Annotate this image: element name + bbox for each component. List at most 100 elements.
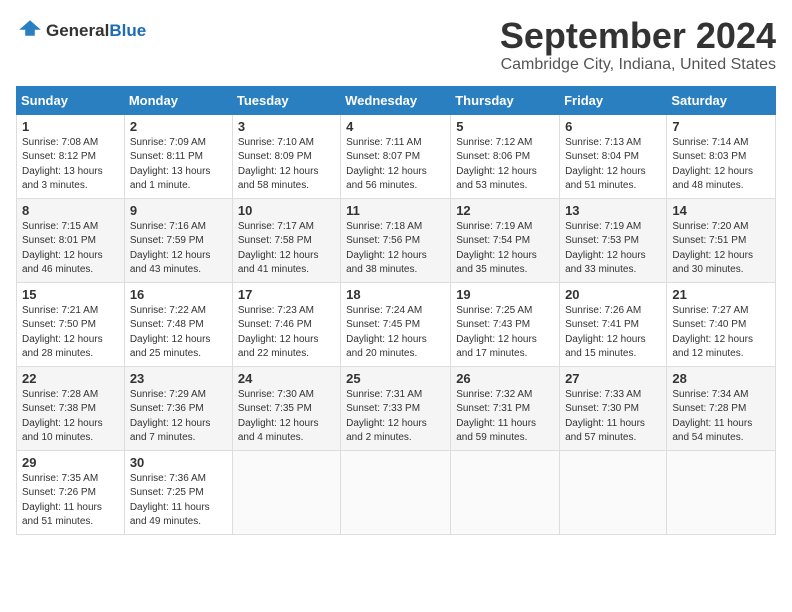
day-info: Sunrise: 7:33 AM Sunset: 7:30 PM Dayligh… <box>565 388 661 446</box>
day-info: Sunrise: 7:23 AM Sunset: 7:46 PM Dayligh… <box>238 304 335 362</box>
calendar-day-cell: 13 Sunrise: 7:19 AM Sunset: 7:53 PM Dayli… <box>560 198 667 282</box>
calendar-day-cell: 3 Sunrise: 7:10 AM Sunset: 8:09 PM Daylig… <box>232 114 340 198</box>
calendar-day-cell: 6 Sunrise: 7:13 AM Sunset: 8:04 PM Daylig… <box>560 114 667 198</box>
day-number: 11 <box>346 203 445 218</box>
calendar-day-cell: 11 Sunrise: 7:18 AM Sunset: 7:56 PM Dayli… <box>341 198 451 282</box>
calendar-day-cell: 9Sunrise: 7:16 AM Sunset: 7:59 PM Daylig… <box>124 198 232 282</box>
calendar-day-cell: 26Sunrise: 7:32 AM Sunset: 7:31 PM Dayli… <box>451 366 560 450</box>
day-number: 24 <box>238 371 335 386</box>
day-number: 29 <box>22 455 119 470</box>
day-info: Sunrise: 7:34 AM Sunset: 7:28 PM Dayligh… <box>672 388 770 446</box>
day-of-week-header: Sunday <box>17 86 125 114</box>
calendar-day-cell <box>451 450 560 534</box>
calendar-day-cell: 22 Sunrise: 7:28 AM Sunset: 7:38 PM Dayli… <box>17 366 125 450</box>
day-info: Sunrise: 7:28 AM Sunset: 7:38 PM Dayligh… <box>22 388 119 446</box>
calendar-day-cell: 4 Sunrise: 7:11 AM Sunset: 8:07 PM Daylig… <box>341 114 451 198</box>
day-info: Sunrise: 7:17 AM Sunset: 7:58 PM Dayligh… <box>238 220 335 278</box>
day-number: 30 <box>130 455 227 470</box>
logo-blue: Blue <box>109 21 146 40</box>
title-block: September 2024 Cambridge City, Indiana, … <box>500 16 776 74</box>
day-number: 17 <box>238 287 335 302</box>
day-info: Sunrise: 7:22 AM Sunset: 7:48 PM Dayligh… <box>130 304 227 362</box>
day-number: 13 <box>565 203 661 218</box>
day-of-week-header: Friday <box>560 86 667 114</box>
calendar-day-cell: 16 Sunrise: 7:22 AM Sunset: 7:48 PM Dayli… <box>124 282 232 366</box>
day-number: 10 <box>238 203 335 218</box>
day-number: 5 <box>456 119 554 134</box>
day-number: 16 <box>130 287 227 302</box>
calendar-day-cell: 7Sunrise: 7:14 AM Sunset: 8:03 PM Daylig… <box>667 114 776 198</box>
day-number: 12 <box>456 203 554 218</box>
day-info: Sunrise: 7:20 AM Sunset: 7:51 PM Dayligh… <box>672 220 770 278</box>
calendar-day-cell: 5 Sunrise: 7:12 AM Sunset: 8:06 PM Daylig… <box>451 114 560 198</box>
day-number: 4 <box>346 119 445 134</box>
page-header: GeneralBlue September 2024 Cambridge Cit… <box>16 16 776 74</box>
day-info: Sunrise: 7:18 AM Sunset: 7:56 PM Dayligh… <box>346 220 445 278</box>
calendar-day-cell <box>560 450 667 534</box>
day-number: 28 <box>672 371 770 386</box>
calendar-day-cell: 24 Sunrise: 7:30 AM Sunset: 7:35 PM Dayli… <box>232 366 340 450</box>
day-info: Sunrise: 7:36 AM Sunset: 7:25 PM Dayligh… <box>130 472 227 530</box>
day-of-week-header: Wednesday <box>341 86 451 114</box>
day-number: 8 <box>22 203 119 218</box>
day-number: 23 <box>130 371 227 386</box>
calendar-header-row: SundayMondayTuesdayWednesdayThursdayFrid… <box>17 86 776 114</box>
day-info: Sunrise: 7:10 AM Sunset: 8:09 PM Dayligh… <box>238 136 335 194</box>
calendar-day-cell: 14 Sunrise: 7:20 AM Sunset: 7:51 PM Dayli… <box>667 198 776 282</box>
calendar-week-row: 22 Sunrise: 7:28 AM Sunset: 7:38 PM Dayli… <box>17 366 776 450</box>
day-of-week-header: Saturday <box>667 86 776 114</box>
calendar-day-cell: 8 Sunrise: 7:15 AM Sunset: 8:01 PM Daylig… <box>17 198 125 282</box>
day-info: Sunrise: 7:19 AM Sunset: 7:53 PM Dayligh… <box>565 220 661 278</box>
day-number: 22 <box>22 371 119 386</box>
day-of-week-header: Monday <box>124 86 232 114</box>
day-number: 20 <box>565 287 661 302</box>
calendar-day-cell: 28 Sunrise: 7:34 AM Sunset: 7:28 PM Dayli… <box>667 366 776 450</box>
day-number: 1 <box>22 119 119 134</box>
day-info: Sunrise: 7:15 AM Sunset: 8:01 PM Dayligh… <box>22 220 119 278</box>
day-info: Sunrise: 7:12 AM Sunset: 8:06 PM Dayligh… <box>456 136 554 194</box>
calendar-week-row: 29Sunrise: 7:35 AM Sunset: 7:26 PM Dayli… <box>17 450 776 534</box>
day-number: 15 <box>22 287 119 302</box>
day-info: Sunrise: 7:24 AM Sunset: 7:45 PM Dayligh… <box>346 304 445 362</box>
calendar-table: SundayMondayTuesdayWednesdayThursdayFrid… <box>16 86 776 535</box>
day-info: Sunrise: 7:31 AM Sunset: 7:33 PM Dayligh… <box>346 388 445 446</box>
calendar-day-cell: 21 Sunrise: 7:27 AM Sunset: 7:40 PM Dayli… <box>667 282 776 366</box>
day-info: Sunrise: 7:32 AM Sunset: 7:31 PM Dayligh… <box>456 388 554 446</box>
day-info: Sunrise: 7:09 AM Sunset: 8:11 PM Dayligh… <box>130 136 227 194</box>
calendar-day-cell: 17 Sunrise: 7:23 AM Sunset: 7:46 PM Dayli… <box>232 282 340 366</box>
day-info: Sunrise: 7:13 AM Sunset: 8:04 PM Dayligh… <box>565 136 661 194</box>
day-number: 25 <box>346 371 445 386</box>
day-info: Sunrise: 7:11 AM Sunset: 8:07 PM Dayligh… <box>346 136 445 194</box>
calendar-week-row: 1 Sunrise: 7:08 AM Sunset: 8:12 PM Daylig… <box>17 114 776 198</box>
day-of-week-header: Tuesday <box>232 86 340 114</box>
day-info: Sunrise: 7:30 AM Sunset: 7:35 PM Dayligh… <box>238 388 335 446</box>
day-number: 9 <box>130 203 227 218</box>
day-info: Sunrise: 7:29 AM Sunset: 7:36 PM Dayligh… <box>130 388 227 446</box>
day-info: Sunrise: 7:19 AM Sunset: 7:54 PM Dayligh… <box>456 220 554 278</box>
day-number: 6 <box>565 119 661 134</box>
calendar-day-cell: 10 Sunrise: 7:17 AM Sunset: 7:58 PM Dayli… <box>232 198 340 282</box>
calendar-day-cell <box>232 450 340 534</box>
calendar-day-cell: 15 Sunrise: 7:21 AM Sunset: 7:50 PM Dayli… <box>17 282 125 366</box>
day-info: Sunrise: 7:27 AM Sunset: 7:40 PM Dayligh… <box>672 304 770 362</box>
calendar-body: 1 Sunrise: 7:08 AM Sunset: 8:12 PM Daylig… <box>17 114 776 534</box>
day-info: Sunrise: 7:08 AM Sunset: 8:12 PM Dayligh… <box>22 136 119 194</box>
day-info: Sunrise: 7:25 AM Sunset: 7:43 PM Dayligh… <box>456 304 554 362</box>
day-number: 14 <box>672 203 770 218</box>
month-title: September 2024 <box>500 16 776 56</box>
day-number: 18 <box>346 287 445 302</box>
calendar-day-cell: 18 Sunrise: 7:24 AM Sunset: 7:45 PM Dayli… <box>341 282 451 366</box>
calendar-week-row: 8 Sunrise: 7:15 AM Sunset: 8:01 PM Daylig… <box>17 198 776 282</box>
day-number: 2 <box>130 119 227 134</box>
day-number: 3 <box>238 119 335 134</box>
calendar-day-cell: 2 Sunrise: 7:09 AM Sunset: 8:11 PM Daylig… <box>124 114 232 198</box>
day-info: Sunrise: 7:26 AM Sunset: 7:41 PM Dayligh… <box>565 304 661 362</box>
calendar-day-cell: 25 Sunrise: 7:31 AM Sunset: 7:33 PM Dayli… <box>341 366 451 450</box>
calendar-day-cell: 20 Sunrise: 7:26 AM Sunset: 7:41 PM Dayli… <box>560 282 667 366</box>
day-number: 19 <box>456 287 554 302</box>
day-number: 21 <box>672 287 770 302</box>
calendar-day-cell: 27Sunrise: 7:33 AM Sunset: 7:30 PM Dayli… <box>560 366 667 450</box>
logo-general: General <box>46 21 109 40</box>
day-info: Sunrise: 7:21 AM Sunset: 7:50 PM Dayligh… <box>22 304 119 362</box>
logo: GeneralBlue <box>16 16 146 45</box>
